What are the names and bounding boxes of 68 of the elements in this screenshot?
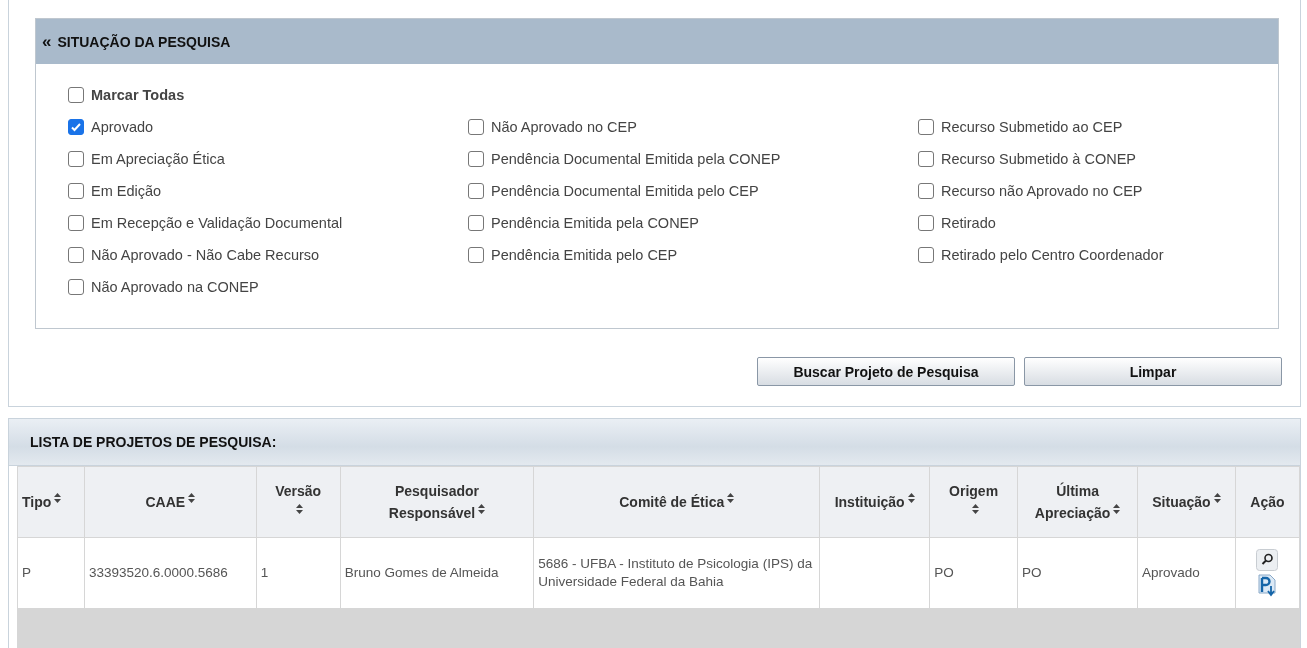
sort-icon[interactable] [971,504,979,514]
checkbox-label: Aprovado [91,119,154,135]
checkbox-label: Recurso não Aprovado no CEP [941,183,1143,199]
checkbox[interactable] [68,151,84,167]
column-header[interactable]: Instituição [819,466,930,538]
column-header[interactable]: Situação [1137,466,1236,538]
checkbox-label: Não Aprovado na CONEP [91,279,259,295]
document-download-icon[interactable] [1258,573,1277,598]
column-header[interactable]: Origem [929,466,1018,538]
table-cell: 1 [260,565,269,581]
column-header[interactable]: Versão [256,466,341,538]
checkbox[interactable] [468,215,484,231]
checkbox[interactable] [68,87,84,103]
sort-icon[interactable] [907,492,915,503]
sort-icon[interactable] [1113,504,1121,514]
column-header[interactable]: CAAE [84,466,257,538]
column-header[interactable]: Ação [1235,466,1300,538]
list-title: LISTA DE PROJETOS DE PESQUISA: [30,434,277,450]
checkbox-label: Pendência Documental Emitida pelo CEP [491,183,759,199]
checkbox[interactable] [468,119,484,135]
checkbox[interactable] [68,183,84,199]
sort-icon[interactable] [478,504,486,514]
checkbox[interactable] [68,119,84,135]
table-cell: Bruno Gomes de Almeida [344,565,499,581]
sort-icon[interactable] [296,504,304,514]
column-header[interactable]: Tipo [17,466,85,538]
checkbox-label: Pendência Emitida pela CONEP [491,215,699,231]
checkbox[interactable] [918,151,934,167]
sort-icon[interactable] [188,492,196,503]
checkbox-label: Recurso Submetido ao CEP [941,119,1123,135]
table-cell: 5686 - UFBA - Instituto de Psicologia (IPS) da Universidade Federal da Bahia [538,556,813,589]
column-header[interactable]: Comitê de Ética [533,466,820,538]
column-header[interactable]: Última Apreciação [1017,466,1138,538]
table-cell: Aprovado [1142,565,1200,581]
checkbox-label: Pendência Documental Emitida pela CONEP [491,151,781,167]
checkbox[interactable] [468,151,484,167]
table-cell: PO [1022,565,1042,581]
checkbox[interactable] [918,247,934,263]
checkbox-label: Não Aprovado - Não Cabe Recurso [91,247,320,263]
checkbox-label: Recurso Submetido à CONEP [941,151,1137,167]
checkbox-label: Retirado [941,215,996,231]
checkbox[interactable] [68,215,84,231]
checkbox[interactable] [468,183,484,199]
panel-title: SITUAÇÃO DA PESQUISA [57,33,231,50]
checkbox[interactable] [68,247,84,263]
checkbox[interactable] [468,247,484,263]
table-cell: PO [934,565,954,581]
checkbox[interactable] [918,119,934,135]
checkbox[interactable] [918,183,934,199]
search-icon[interactable] [1256,548,1279,571]
table-cell: 33393520.6.0000.5686 [88,565,228,581]
checkbox-label: Retirado pelo Centro Coordenador [941,247,1164,263]
checkbox-label: Em Edição [91,183,162,199]
collapse-toggle[interactable]: « [42,31,52,52]
action-button[interactable]: Buscar Projeto de Pesquisa [757,357,1015,386]
checkbox-label: Não Aprovado no CEP [491,119,637,135]
checkbox-label: Marcar Todas [91,87,185,103]
checkbox-label: Pendência Emitida pelo CEP [491,247,678,263]
checkbox-label: Em Apreciação Ética [91,151,225,167]
action-button[interactable]: Limpar [1024,357,1282,386]
sort-icon[interactable] [54,492,62,503]
table-cell: P [22,565,31,581]
sort-icon[interactable] [727,492,735,503]
column-header[interactable]: Pesquisador Responsável [340,466,534,538]
checkbox-label: Em Recepção e Validação Documental [91,215,343,231]
checkbox[interactable] [918,215,934,231]
checkbox[interactable] [68,279,84,295]
sort-icon[interactable] [1213,492,1221,503]
